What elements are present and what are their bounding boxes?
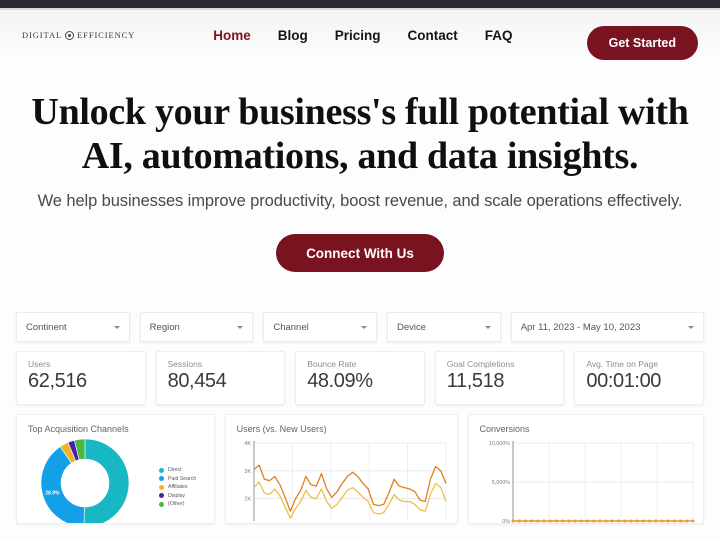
panel-title: Top Acquisition Channels [28,424,129,434]
svg-text:0%: 0% [502,519,510,524]
kpi-card-avg-time-on-page: Avg. Time on Page 00:01:00 [574,351,704,405]
users-line-chart-svg: 4K 3K 2K [244,441,447,521]
hero-cta-wrap: Connect With Us [0,234,720,273]
donut-legend: Direct Paid Search Affiliates Display (Other… [159,467,196,507]
kpi-label: Bounce Rate [307,359,357,369]
filter-date-range-label: Apr 11, 2023 - May 10, 2023 [520,321,641,333]
kpi-card-sessions: Sessions 80,454 [155,351,286,405]
conversions-line-chart-svg: 10,000% 5,000% 0% [488,441,695,524]
donut-chart: 28.9% [23,437,153,523]
filter-continent[interactable]: Continent [16,312,130,342]
page-root: DIGITAL EFFICIENCY Home Blog Pricing Con… [0,0,720,540]
panel-top-acquisition-channels: Top Acquisition Channels 28.9% Direct Pai… [16,414,215,524]
kpi-card-goal-completions: Goal Completions 11,518 [434,351,565,405]
legend-label: Direct [168,467,182,473]
kpi-card-users: Users 62,516 [16,351,146,405]
legend-item[interactable]: Affiliates [159,484,196,490]
filter-continent-label: Continent [26,321,67,333]
chevron-down-icon [113,325,120,329]
legend-swatch [159,476,164,481]
kpi-value: 00:01:00 [586,370,662,392]
filter-channel[interactable]: Channel [263,312,378,342]
panel-users-vs-new-users: Users (vs. New Users) 4K 3K 2K [224,414,458,524]
chevron-down-icon [237,325,244,329]
panel-row: Top Acquisition Channels 28.9% Direct Pai… [16,414,704,524]
legend-item[interactable]: (Other) [159,501,196,507]
filter-region[interactable]: Region [139,312,254,342]
legend-swatch [159,467,164,473]
nav-links: Home Blog Pricing Contact FAQ [213,28,512,43]
kpi-value: 48.09% [307,370,373,392]
logo-text-right: EFFICIENCY [77,30,136,40]
panel-title: Conversions [479,424,530,434]
legend-swatch [159,501,164,507]
svg-text:2K: 2K [244,497,251,503]
dashboard-section: Continent Region Channel Device Apr 11, … [0,312,720,524]
nav-link-home[interactable]: Home [213,28,251,43]
legend-label: Affiliates [168,484,188,490]
get-started-button[interactable]: Get Started [586,26,698,60]
chevron-down-icon [687,325,694,329]
kpi-value: 62,516 [28,370,87,392]
nav-link-pricing[interactable]: Pricing [335,28,381,43]
legend-label: Display [168,492,186,499]
kpi-row: Users 62,516 Sessions 80,454 Bounce Rate… [16,351,704,405]
legend-swatch [159,484,164,490]
legend-label: (Other) [168,501,185,507]
legend-item[interactable]: Direct [159,467,196,473]
filter-device-label: Device [397,321,427,333]
legend-item[interactable]: Paid Search [159,476,196,482]
svg-text:28.9%: 28.9% [45,491,60,497]
legend-swatch [159,493,164,498]
browser-top-strip [0,0,720,8]
nav-link-contact[interactable]: Contact [408,28,458,43]
svg-text:3K: 3K [244,469,251,475]
hero-section: Unlock your business's full potential wi… [0,62,720,273]
chevron-down-icon [361,325,368,329]
kpi-label: Sessions [167,359,203,369]
chevron-down-icon [484,325,491,329]
kpi-label: Users [28,359,51,369]
kpi-value: 80,454 [167,370,227,392]
logo-text-left: DIGITAL [22,30,63,40]
hero-subtitle: We help businesses improve productivity,… [37,192,683,211]
filter-date-range[interactable]: Apr 11, 2023 - May 10, 2023 [510,312,704,342]
filter-device[interactable]: Device [387,312,501,342]
site-navbar: DIGITAL EFFICIENCY Home Blog Pricing Con… [0,10,720,60]
connect-with-us-button[interactable]: Connect With Us [276,234,444,273]
filter-row: Continent Region Channel Device Apr 11, … [16,312,704,342]
legend-label: Paid Search [168,475,197,482]
gear-circle-icon [65,30,75,40]
filter-region-label: Region [149,321,180,333]
svg-text:10,000%: 10,000% [488,441,509,447]
legend-item[interactable]: Display [159,493,196,499]
kpi-card-bounce-rate: Bounce Rate 48.09% [295,351,425,405]
nav-link-blog[interactable]: Blog [278,28,308,43]
filter-channel-label: Channel [273,321,309,333]
panel-conversions: Conversions 10,000% 5,000% 0% [467,414,704,524]
site-logo[interactable]: DIGITAL EFFICIENCY [22,30,135,40]
kpi-label: Goal Completions [446,359,515,369]
kpi-value: 11,518 [446,370,505,392]
hero-title: Unlock your business's full potential wi… [31,91,689,178]
donut-chart-svg: 28.9% [40,438,130,523]
nav-link-faq[interactable]: FAQ [485,28,513,43]
kpi-label: Avg. Time on Page [586,359,659,369]
panel-title: Users (vs. New Users) [236,424,327,434]
svg-text:4K: 4K [244,441,251,447]
svg-text:5,000%: 5,000% [491,480,509,486]
